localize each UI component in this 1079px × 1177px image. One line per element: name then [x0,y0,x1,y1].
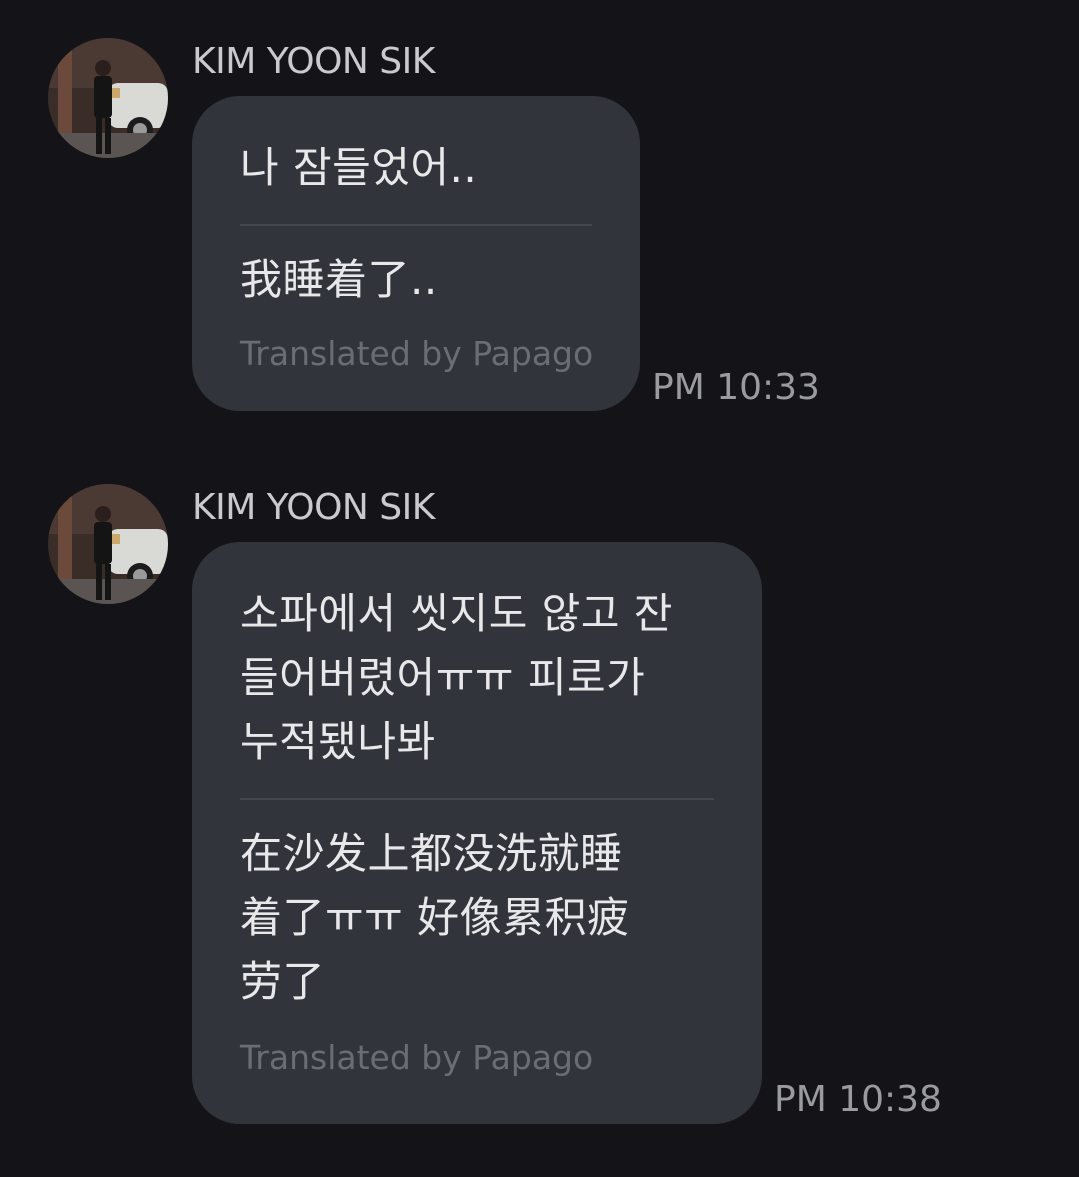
translated-text: 在沙发上都没洗就睡 着了ㅠㅠ 好像累积疲 劳了 [240,829,630,1006]
original-text: 나 잠들었어.. [240,143,478,192]
original-text: 소파에서 씻지도 않고 잔 들어버렸어ㅠㅠ 피로가 누적됐나봐 [240,589,673,766]
timestamp: PM 10:33 [652,367,820,408]
sender-name: KIM YOON SIK [192,41,435,82]
translation-credit: Translated by Papago [240,1038,594,1077]
message-bubble[interactable]: 소파에서 씻지도 않고 잔 들어버렸어ㅠㅠ 피로가 누적됐나봐 在沙发上都没洗就… [192,542,762,1124]
translation-divider [240,224,592,226]
avatar[interactable] [48,484,168,604]
translation-credit: Translated by Papago [240,334,594,373]
chat-view: KIM YOON SIK 나 잠들었어.. 我睡着了.. Translated … [0,0,1079,1177]
sender-name: KIM YOON SIK [192,487,435,528]
timestamp: PM 10:38 [774,1079,942,1120]
avatar-photo [48,38,168,158]
translation-divider [240,798,714,800]
avatar[interactable] [48,38,168,158]
message-bubble[interactable]: 나 잠들었어.. 我睡着了.. Translated by Papago [192,96,640,411]
avatar-photo [48,484,168,604]
translated-text: 我睡着了.. [240,255,438,304]
